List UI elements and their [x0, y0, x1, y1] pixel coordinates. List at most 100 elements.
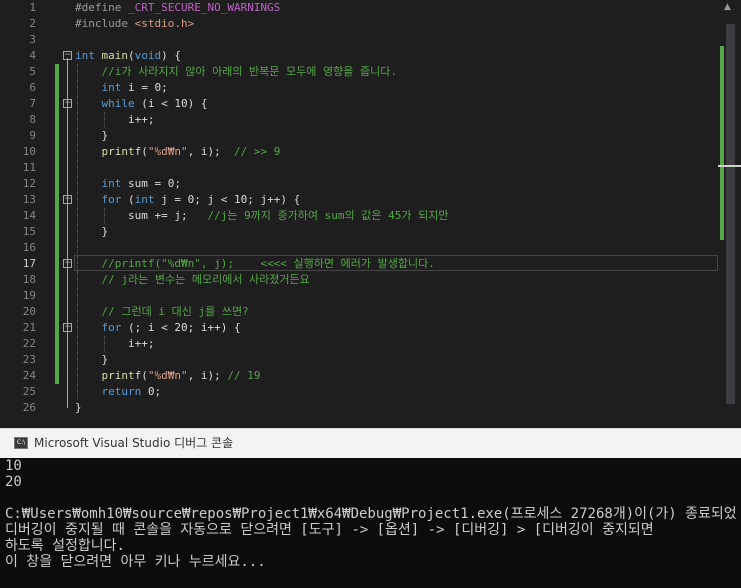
code-line[interactable]: 16 [0, 240, 718, 256]
code-token: ( [128, 49, 135, 62]
code-text[interactable]: } [75, 128, 108, 144]
scrollbar-caret-marker [718, 165, 741, 167]
code-text[interactable]: return 0; [75, 384, 162, 400]
code-line[interactable]: 7− while (i < 10) { [0, 96, 718, 112]
code-token: 0; [141, 385, 162, 398]
code-text[interactable]: i++; [75, 336, 155, 352]
indent-guide [77, 288, 78, 304]
code-line[interactable]: 8 i++; [0, 112, 718, 128]
change-indicator [55, 192, 59, 208]
code-line[interactable]: 1 #define _CRT_SECURE_NO_WARNINGS [0, 0, 718, 16]
code-text[interactable]: #include <stdio.h> [75, 16, 194, 32]
code-line[interactable]: 3 [0, 32, 718, 48]
line-number: 10 [22, 145, 36, 158]
code-line[interactable]: 11 [0, 160, 718, 176]
console-line: 디버깅이 중지될 때 콘솔을 자동으로 닫으려면 [도구] -> [옵션] ->… [5, 522, 654, 538]
change-indicator [55, 368, 59, 384]
code-line[interactable]: 5 //i가 사라지지 않아 아래의 반복문 모두에 영향을 줍니다. [0, 64, 718, 80]
code-line[interactable]: 20 // 그런데 i 대신 j를 쓰면? [0, 304, 718, 320]
code-editor[interactable]: 1 #define _CRT_SECURE_NO_WARNINGS 2 #includ… [0, 0, 741, 428]
code-text[interactable]: sum += j; //j는 9까지 증가하여 sum의 값은 45가 되지만 [75, 208, 449, 224]
console-line: 이 창을 닫으려면 아무 키나 누르세요... [5, 554, 266, 570]
code-line[interactable]: 24 printf("%d₩n", i); // 19 [0, 368, 718, 384]
vertical-scrollbar[interactable]: ▲ [718, 0, 741, 428]
code-text[interactable]: printf("%d₩n", i); // 19 [75, 368, 261, 384]
change-indicator [55, 112, 59, 128]
code-line[interactable]: 12 int sum = 0; [0, 176, 718, 192]
code-text[interactable]: for (; i < 20; i++) { [75, 320, 241, 336]
console-window-title: Microsoft Visual Studio 디버그 콘솔 [34, 436, 234, 450]
code-line[interactable]: 14 sum += j; //j는 9까지 증가하여 sum의 값은 45가 되… [0, 208, 718, 224]
line-number: 13 [22, 193, 36, 206]
code-token: #include [75, 17, 135, 30]
debug-console-window[interactable]: C:\ Microsoft Visual Studio 디버그 콘솔 10 20 C… [0, 428, 741, 588]
line-number: 7 [29, 97, 36, 110]
console-line: 10 [5, 458, 22, 474]
code-line[interactable]: 4− int main(void) { [0, 48, 718, 64]
code-token: //j는 9까지 증가하여 sum의 값은 45가 되지만 [207, 209, 449, 222]
change-indicator [55, 128, 59, 144]
code-line[interactable]: 10 printf("%d₩n", i); // >> 9 [0, 144, 718, 160]
line-number: 2 [29, 17, 36, 30]
code-token: j = 0; j < 10; j++) { [154, 193, 301, 206]
code-text[interactable]: } [75, 400, 82, 416]
code-line[interactable]: 9 } [0, 128, 718, 144]
line-number: 24 [22, 369, 36, 382]
line-number: 5 [29, 65, 36, 78]
code-text[interactable]: int i = 0; [75, 80, 168, 96]
change-indicator [55, 240, 59, 256]
code-text[interactable]: } [75, 224, 108, 240]
code-line[interactable]: 26} [0, 400, 718, 416]
code-token: } [75, 225, 109, 238]
code-text[interactable]: // 그런데 i 대신 j를 쓰면? [75, 304, 249, 320]
code-line[interactable]: 21− for (; i < 20; i++) { [0, 320, 718, 336]
code-token: i = 0; [121, 81, 168, 94]
code-token: ( [121, 193, 135, 206]
code-line[interactable]: 19 [0, 288, 718, 304]
code-text[interactable]: int main(void) { [75, 48, 181, 64]
code-text[interactable]: //i가 사라지지 않아 아래의 반복문 모두에 영향을 줍니다. [75, 64, 398, 80]
code-text[interactable]: int sum = 0; [75, 176, 181, 192]
code-token: int [75, 49, 95, 62]
change-indicator [55, 64, 59, 80]
code-line[interactable]: 15 } [0, 224, 718, 240]
change-indicator [55, 352, 59, 368]
console-titlebar[interactable]: C:\ Microsoft Visual Studio 디버그 콘솔 [0, 428, 741, 458]
code-line[interactable]: 2 #include <stdio.h> [0, 16, 718, 32]
code-text[interactable]: while (i < 10) { [75, 96, 208, 112]
code-line[interactable]: 13− for (int j = 0; j < 10; j++) { [0, 192, 718, 208]
scrollbar-thumb[interactable] [726, 24, 735, 404]
code-token: , i); [187, 369, 228, 382]
code-line[interactable]: 18 // j라는 변수는 메모리에서 사라졌거든요 [0, 272, 718, 288]
line-number: 20 [22, 305, 36, 318]
code-token: main [101, 49, 129, 62]
code-line[interactable]: 22 i++; [0, 336, 718, 352]
code-text[interactable]: #define _CRT_SECURE_NO_WARNINGS [75, 0, 280, 16]
line-number: 19 [22, 289, 36, 302]
code-text[interactable]: i++; [75, 112, 155, 128]
code-line[interactable]: 6 int i = 0; [0, 80, 718, 96]
line-number: 16 [22, 241, 36, 254]
console-line: 20 [5, 474, 22, 490]
change-indicator [55, 304, 59, 320]
code-text[interactable]: printf("%d₩n", i); // >> 9 [75, 144, 281, 160]
code-token: _CRT_SECURE_NO_WARNINGS [127, 1, 281, 14]
code-token: <stdio.h> [134, 17, 195, 30]
code-token: //i가 사라지지 않아 아래의 반복문 모두에 영향을 줍니다. [101, 65, 398, 78]
code-text[interactable]: // j라는 변수는 메모리에서 사라졌거든요 [75, 272, 310, 288]
code-line[interactable]: 25 return 0; [0, 384, 718, 400]
code-text[interactable]: } [75, 352, 108, 368]
line-number: 6 [29, 81, 36, 94]
console-output[interactable]: 10 20 C:₩Users₩omh10₩source₩repos₩Project1… [5, 458, 741, 570]
code-line[interactable]: 23 } [0, 352, 718, 368]
code-token: #define [75, 1, 128, 14]
line-number: 26 [22, 401, 36, 414]
code-token: , i); [187, 145, 234, 158]
line-number: 14 [22, 209, 36, 222]
scroll-up-arrow-icon[interactable]: ▲ [724, 2, 731, 12]
code-text[interactable]: for (int j = 0; j < 10; j++) { [75, 192, 301, 208]
